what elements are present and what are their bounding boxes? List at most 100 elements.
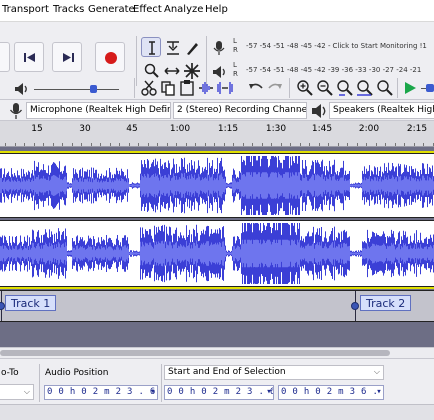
chevron-down-icon: ⌵ bbox=[373, 367, 380, 376]
ruler-minor-tick bbox=[261, 143, 263, 146]
playback-volume-slider[interactable] bbox=[34, 89, 119, 90]
undo-icon[interactable] bbox=[247, 79, 265, 97]
play-meter[interactable]: -57 -54 -51 -48 -45 -42 -39 -36 -33 -30 … bbox=[246, 66, 434, 77]
play-speed-thumb[interactable] bbox=[426, 84, 434, 92]
playback-volume-icon bbox=[12, 80, 30, 98]
recording-device-value: Microphone (Realtek High Defini bbox=[30, 105, 171, 115]
fit-project-icon[interactable] bbox=[356, 79, 374, 97]
ruler-minor-tick bbox=[62, 143, 63, 146]
chevron-down-icon: ⌵ bbox=[23, 387, 30, 396]
menu-generate[interactable]: Generate bbox=[88, 4, 135, 15]
zoom-out-icon[interactable] bbox=[316, 79, 334, 97]
waveform-left-channel[interactable] bbox=[0, 153, 434, 218]
label-track-1[interactable]: Track 1 bbox=[5, 295, 57, 311]
paste-icon[interactable] bbox=[178, 79, 196, 97]
toolbar-separator bbox=[289, 78, 290, 98]
chevron-down-icon: ⌵ bbox=[160, 105, 167, 114]
ruler-minor-tick bbox=[252, 143, 253, 146]
selection-end-field[interactable]: 0 0 h 0 2 m 3 6 . 7 7 6 s▾ bbox=[278, 385, 384, 400]
recording-channels-value: 2 (Stereo) Recording Channels bbox=[177, 105, 307, 115]
speaker-icon bbox=[310, 102, 328, 120]
label-pin-icon[interactable] bbox=[351, 302, 359, 310]
skip-to-end-button[interactable] bbox=[52, 42, 82, 72]
record-meter-icon[interactable] bbox=[210, 39, 228, 57]
label-track-2[interactable]: Track 2 bbox=[360, 295, 412, 311]
timeshift-tool-icon[interactable] bbox=[163, 62, 181, 80]
silence-icon[interactable] bbox=[216, 79, 234, 97]
recording-device-select[interactable]: Microphone (Realtek High Defini ⌵ bbox=[26, 102, 171, 119]
cut-icon[interactable] bbox=[140, 79, 158, 97]
draw-tool-icon[interactable] bbox=[183, 39, 201, 57]
audio-position-field[interactable]: 0 0 h 0 2 m 2 3 . 6 5 3 s▾ bbox=[44, 385, 158, 400]
playback-volume-thumb[interactable] bbox=[90, 85, 97, 93]
dropdown-arrow-icon: ▾ bbox=[376, 387, 382, 397]
ruler-minor-tick bbox=[14, 143, 16, 146]
ruler-minor-tick bbox=[185, 143, 187, 146]
menu-bar: Transport Tracks Generate Effect Analyze… bbox=[0, 0, 434, 22]
ruler-minor-tick bbox=[24, 143, 25, 146]
ruler-minor-tick bbox=[100, 143, 101, 146]
selection-tool-button[interactable] bbox=[141, 37, 161, 57]
ruler-minor-tick bbox=[290, 143, 291, 146]
trim-icon[interactable] bbox=[197, 79, 215, 97]
ruler-minor-tick bbox=[375, 143, 377, 146]
tracks-area: Track 1 Track 2 bbox=[0, 147, 434, 347]
recording-channels-select[interactable]: 2 (Stereo) Recording Channels ⌵ bbox=[173, 102, 307, 119]
record-meter-left-label: L bbox=[233, 37, 237, 45]
ruler-tick-label: 2:15 bbox=[406, 124, 428, 134]
menu-tracks[interactable]: Tracks bbox=[53, 4, 84, 15]
scrollbar-thumb[interactable] bbox=[0, 350, 390, 356]
envelope-tool-icon[interactable] bbox=[164, 39, 182, 57]
ruler-minor-tick bbox=[176, 143, 177, 146]
ruler-minor-tick bbox=[385, 143, 386, 146]
ruler-minor-tick bbox=[214, 143, 215, 146]
play-meter-left-label: L bbox=[233, 61, 237, 69]
playback-device-select[interactable]: Speakers (Realtek High Defi bbox=[329, 102, 434, 119]
selection-mode-select[interactable]: Start and End of Selection ⌵ bbox=[164, 365, 384, 380]
menu-transport[interactable]: Transport bbox=[2, 4, 49, 15]
toolbar-separator bbox=[397, 78, 398, 98]
skip-to-start-button[interactable] bbox=[14, 42, 44, 72]
play-button[interactable] bbox=[0, 42, 10, 72]
timeline-ruler[interactable]: 15 30 45 1:00 1:15 1:30 1:45 2:00 2:15 bbox=[0, 121, 434, 147]
snap-to-select[interactable]: ⌵ bbox=[0, 384, 34, 400]
ruler-tick-label: 1:00 bbox=[169, 124, 191, 134]
menu-effect[interactable]: Effect bbox=[133, 4, 162, 15]
waveform-right bbox=[0, 223, 434, 284]
redo-icon[interactable] bbox=[266, 79, 284, 97]
record-meter-hint: Click to Start Monitoring !1 bbox=[332, 42, 427, 50]
ruler-minor-tick bbox=[423, 143, 424, 146]
ruler-minor-tick bbox=[242, 143, 244, 146]
ruler-minor-tick bbox=[432, 143, 434, 146]
zoom-toggle-icon[interactable] bbox=[376, 79, 394, 97]
ruler-minor-tick bbox=[166, 143, 168, 146]
copy-icon[interactable] bbox=[159, 79, 177, 97]
snap-to-label: o-To bbox=[1, 368, 19, 378]
fit-selection-icon[interactable] bbox=[336, 79, 354, 97]
ruler-minor-tick bbox=[5, 143, 6, 146]
selection-toolbar: o-To ⌵ Audio Position 0 0 h 0 2 m 2 3 . … bbox=[0, 358, 434, 404]
ruler-minor-tick bbox=[52, 143, 54, 146]
ruler-tick-label: 45 bbox=[126, 124, 138, 134]
zoom-in-icon[interactable] bbox=[296, 79, 314, 97]
ruler-tick-label: 1:15 bbox=[217, 124, 239, 134]
selection-start-value: 0 0 h 0 2 m 2 3 . 6 5 3 s bbox=[167, 387, 273, 397]
ruler-minor-tick bbox=[299, 143, 301, 146]
zoom-tool-icon[interactable] bbox=[143, 62, 161, 80]
ruler-minor-tick bbox=[138, 143, 139, 146]
dropdown-arrow-icon: ▾ bbox=[150, 387, 156, 397]
label-track[interactable]: Track 1 Track 2 bbox=[0, 290, 434, 322]
audio-position-label: Audio Position bbox=[45, 368, 109, 378]
ruler-tick-label: 30 bbox=[79, 124, 91, 134]
play-at-speed-icon[interactable] bbox=[401, 79, 419, 97]
selection-start-field[interactable]: 0 0 h 0 2 m 2 3 . 6 5 3 s▾ bbox=[164, 385, 274, 400]
record-button[interactable] bbox=[95, 42, 125, 72]
menu-help[interactable]: Help bbox=[205, 4, 228, 15]
horizontal-scrollbar[interactable] bbox=[0, 347, 434, 358]
menu-analyze[interactable]: Analyze bbox=[164, 4, 203, 15]
ruler-minor-tick bbox=[366, 143, 367, 146]
record-meter[interactable]: -57 -54 -51 -48 -45 -42 - Click to Start … bbox=[246, 42, 434, 53]
multi-tool-icon[interactable] bbox=[183, 62, 201, 80]
skip-to-start-icon bbox=[24, 53, 35, 62]
waveform-right-channel[interactable] bbox=[0, 220, 434, 287]
